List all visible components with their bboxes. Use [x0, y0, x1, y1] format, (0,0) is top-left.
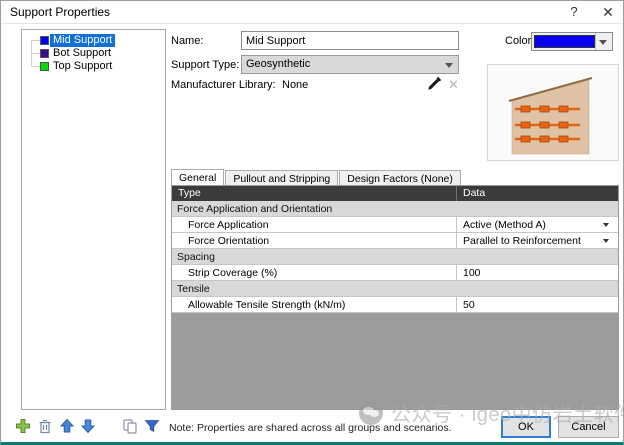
color-swatch	[534, 35, 595, 48]
close-icon[interactable]: ✕	[591, 1, 624, 23]
support-type-label: Support Type:	[171, 59, 239, 71]
property-name-cell: Strip Coverage (%)	[172, 265, 457, 280]
support-item-label: Bot Support	[50, 47, 114, 60]
table-row: Strip Coverage (%) 100	[172, 265, 618, 281]
table-section-row: Spacing	[172, 249, 618, 265]
property-value-dropdown[interactable]: Parallel to Reinforcement	[457, 233, 618, 248]
color-label: Color:	[505, 35, 534, 47]
support-preview-image	[487, 64, 619, 161]
table-section-row: Force Application and Orientation	[172, 201, 618, 217]
chevron-down-icon	[445, 63, 453, 68]
tab-general[interactable]: General	[171, 169, 224, 185]
property-value: Parallel to Reinforcement	[463, 235, 581, 247]
footer-note: Note: Properties are shared across all g…	[169, 422, 451, 434]
manufacturer-library-value: None	[282, 79, 308, 91]
property-value: 100	[463, 267, 481, 279]
property-value: 50	[463, 299, 475, 311]
dialog-title: Support Properties	[10, 5, 110, 19]
table-empty-area	[172, 313, 618, 409]
support-item-label: Mid Support	[50, 34, 115, 47]
manufacturer-library-label: Manufacturer Library:	[171, 79, 276, 91]
move-down-icon[interactable]	[80, 418, 96, 434]
cancel-button[interactable]: Cancel	[558, 416, 619, 438]
tab-pullout-and-stripping[interactable]: Pullout and Stripping	[225, 170, 338, 185]
move-up-icon[interactable]	[59, 418, 75, 434]
property-table: Type Data Force Application and Orientat…	[171, 185, 619, 410]
delete-support-icon[interactable]	[37, 418, 53, 434]
property-value: Active (Method A)	[463, 219, 546, 231]
table-header: Type Data	[172, 186, 618, 201]
column-header-type: Type	[172, 186, 457, 201]
copy-icon[interactable]	[122, 418, 138, 434]
property-table-body: Force Application and OrientationForce A…	[172, 201, 618, 313]
list-item[interactable]: Mid Support	[22, 34, 165, 47]
support-type-value: Geosynthetic	[246, 58, 310, 70]
support-list[interactable]: Mid SupportBot SupportTop Support	[21, 29, 166, 410]
property-name-cell: Allowable Tensile Strength (kN/m)	[172, 297, 457, 312]
help-icon[interactable]: ?	[557, 1, 591, 23]
table-row: Force Application Active (Method A)	[172, 217, 618, 233]
filter-icon[interactable]	[144, 418, 160, 434]
ok-button[interactable]: OK	[501, 416, 551, 438]
column-header-data: Data	[457, 186, 618, 201]
tab-bar: General Pullout and Stripping Design Fac…	[171, 170, 462, 186]
color-dropdown[interactable]	[531, 32, 613, 51]
list-item[interactable]: Bot Support	[22, 47, 165, 60]
support-color-swatch	[40, 36, 49, 45]
property-name-cell: Force Application	[172, 217, 457, 232]
support-color-swatch	[40, 62, 49, 71]
support-color-swatch	[40, 49, 49, 58]
support-item-label: Top Support	[50, 60, 115, 73]
section-label: Force Application and Orientation	[172, 201, 332, 216]
list-item[interactable]: Top Support	[22, 60, 165, 73]
table-row: Force Orientation Parallel to Reinforceme…	[172, 233, 618, 249]
chevron-down-icon[interactable]	[595, 33, 612, 50]
support-properties-dialog: Support Properties ? ✕ Mid SupportBot Su…	[0, 0, 624, 445]
table-section-row: Tensile	[172, 281, 618, 297]
name-label: Name:	[171, 35, 203, 47]
tab-design-factors[interactable]: Design Factors (None)	[339, 170, 461, 185]
chevron-down-icon[interactable]	[603, 239, 609, 243]
add-support-icon[interactable]	[15, 418, 31, 434]
edit-pencil-icon[interactable]	[426, 76, 442, 92]
titlebar: Support Properties ? ✕	[1, 1, 623, 24]
chevron-down-icon[interactable]	[603, 223, 609, 227]
property-value-dropdown[interactable]: Active (Method A)	[457, 217, 618, 232]
table-row: Allowable Tensile Strength (kN/m) 50	[172, 297, 618, 313]
property-value-cell[interactable]: 100	[457, 265, 618, 280]
section-label: Spacing	[172, 249, 215, 264]
property-name-cell: Force Orientation	[172, 233, 457, 248]
property-value-cell[interactable]: 50	[457, 297, 618, 312]
support-type-dropdown[interactable]: Geosynthetic	[241, 55, 459, 74]
name-input[interactable]	[241, 31, 459, 50]
section-label: Tensile	[172, 281, 210, 296]
clear-library-icon[interactable]: ✕	[448, 77, 459, 93]
